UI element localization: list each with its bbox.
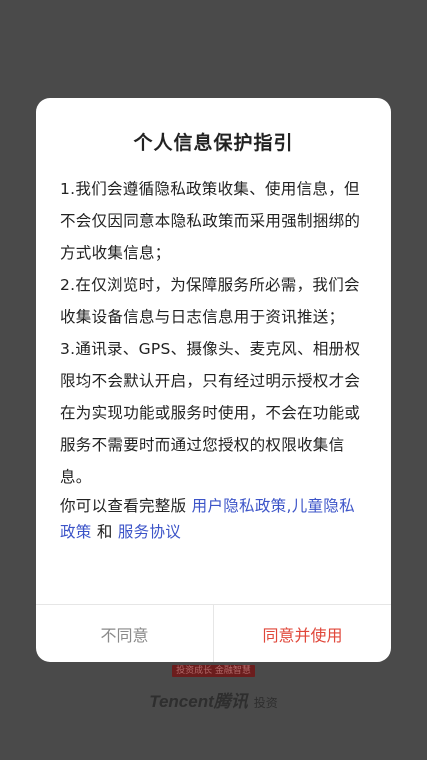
policy-links: 你可以查看完整版 用户隐私政策,儿童隐私政策 和 服务协议 [60,493,367,545]
slogan-badge: 投资成长 金融智慧 [172,665,255,677]
dialog-title: 个人信息保护指引 [133,132,294,154]
brand-suffix: 投资 [253,696,278,710]
backdrop-footer: 投资成长 金融智慧 Tencent腾讯 投资 [0,658,427,712]
dialog-content: 1.我们会遵循隐私政策收集、使用信息，但不会仅因同意本隐私政策而采用强制捆绑的方… [36,155,391,545]
and-text: 和 [91,523,118,541]
policy-paragraph-1: 1.我们会遵循隐私政策收集、使用信息，但不会仅因同意本隐私政策而采用强制捆绑的方… [60,180,361,262]
tencent-logo: Tencent腾讯 投资 [0,687,427,712]
dialog-actions: 不同意 同意并使用 [36,604,391,662]
privacy-dialog: 个人信息保护指引 1.我们会遵循隐私政策收集、使用信息，但不会仅因同意本隐私政策… [36,98,391,662]
links-prefix: 你可以查看完整版 [60,497,192,515]
agree-and-use-button[interactable]: 同意并使用 [214,605,391,662]
service-agreement-link[interactable]: 服务协议 [118,523,181,541]
disagree-button[interactable]: 不同意 [36,605,214,662]
policy-paragraph-2: 2.在仅浏览时，为保障服务所必需，我们会收集设备信息与日志信息用于资讯推送； [60,276,360,326]
brand-name: Tencent [149,692,214,711]
brand-name-cn: 腾讯 [213,692,248,711]
user-privacy-policy-link[interactable]: 用户隐私政策 [192,497,287,515]
policy-paragraph-3: 3.通讯录、GPS、摄像头、麦克风、相册权限均不会默认开启，只有经过明示授权才会… [60,340,361,486]
